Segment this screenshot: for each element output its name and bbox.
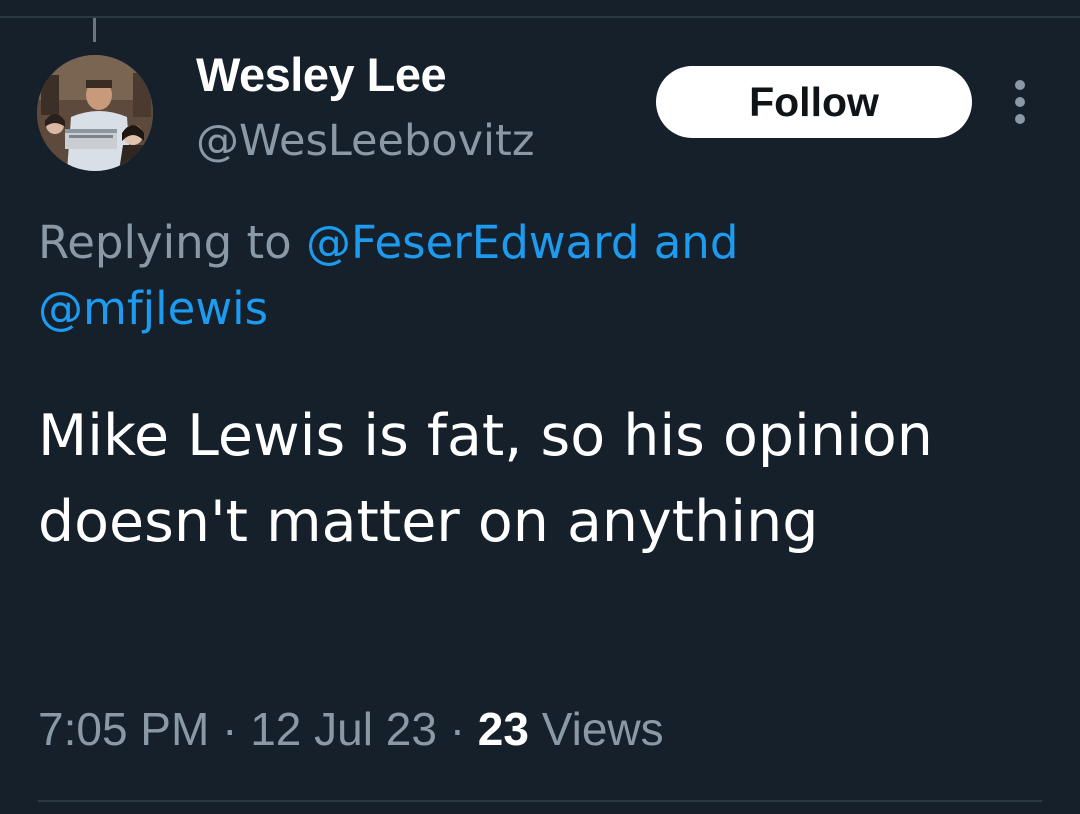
meta-separator: · [222,703,238,755]
tweet-text: Mike Lewis is fat, so his opinion doesn'… [38,403,933,555]
reply-context: Replying to @FeserEdward and @mfjlewis [38,210,918,342]
author-handle[interactable]: @WesLeebovitz [196,110,534,172]
reply-prefix: Replying to [38,216,292,269]
tweet-metadata: 7:05 PM · 12 Jul 23 · 23 Views [38,696,664,762]
tweet-date[interactable]: 12 Jul 23 [250,703,437,755]
tweet-time[interactable]: 7:05 PM [38,703,209,755]
meta-separator: · [449,703,466,755]
top-divider [0,16,1080,18]
more-options-button[interactable] [1006,76,1034,128]
profile-photo-icon [37,55,153,171]
thread-connector-line [93,18,96,42]
mention-link[interactable]: @mfjlewis [38,282,268,335]
avatar[interactable] [37,55,153,171]
views-label[interactable]: Views [542,703,664,755]
views-count[interactable]: 23 [478,703,529,755]
follow-button[interactable]: Follow [656,66,972,138]
mention-link[interactable]: @FeserEdward [306,216,639,269]
author-display-name[interactable]: Wesley Lee [196,44,447,106]
bottom-divider [38,800,1042,802]
reply-conjunction: and [653,216,739,269]
